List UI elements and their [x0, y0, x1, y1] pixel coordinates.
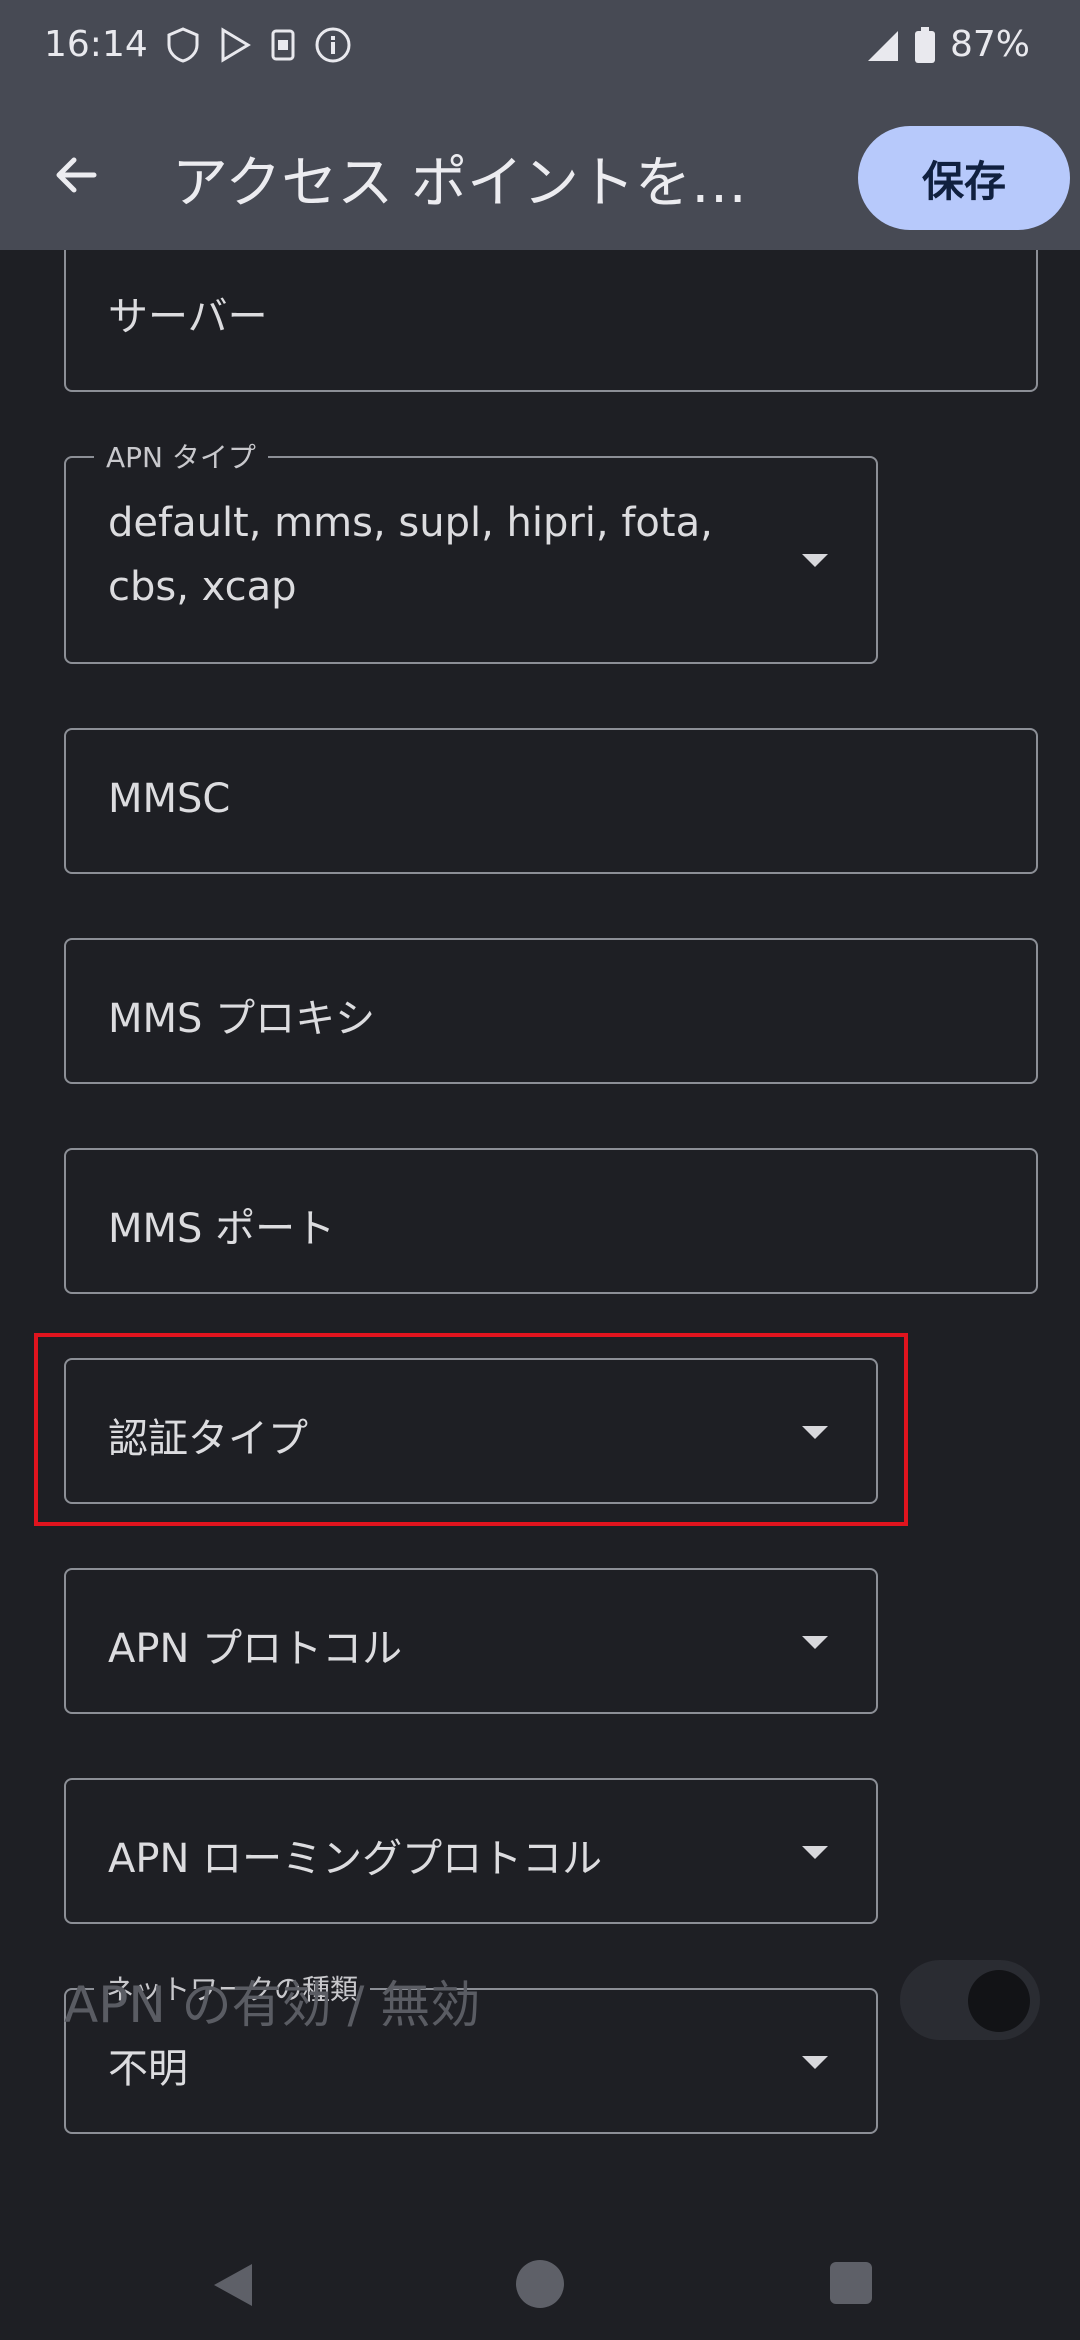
apn-enable-toggle[interactable]: [900, 1960, 1040, 2040]
apn-protocol-dropdown[interactable]: APN プロトコル: [64, 1568, 878, 1714]
nav-back-icon[interactable]: [210, 2260, 256, 2310]
apn-roaming-protocol-label: APN ローミングプロトコル: [108, 1836, 603, 1882]
apn-type-value-line1: default, mms, supl, hipri, fota,: [108, 500, 713, 546]
dropdown-caret-icon: [802, 554, 828, 567]
network-type-value: 不明: [108, 2046, 188, 2092]
dropdown-caret-icon: [802, 1846, 828, 1859]
dropdown-caret-icon: [802, 2056, 828, 2069]
apn-enable-label: APN の有効 / 無効: [64, 1976, 481, 2034]
save-button[interactable]: 保存: [858, 126, 1070, 230]
status-time: 16:14: [44, 24, 148, 65]
mms-proxy-field-label: MMS プロキシ: [108, 996, 376, 1042]
navigation-bar: [0, 2240, 1080, 2340]
mmsc-field[interactable]: MMSC: [64, 728, 1038, 874]
play-store-icon: [221, 26, 251, 63]
server-field-label: サーバー: [108, 294, 268, 340]
apn-type-legend: APN タイプ: [94, 436, 268, 476]
signal-icon: [867, 30, 898, 61]
app-bar: アクセス ポイントを… 保存: [0, 100, 1080, 250]
apn-form: サーバー APN タイプ default, mms, supl, hipri, …: [0, 250, 1080, 2240]
mms-port-field[interactable]: MMS ポート: [64, 1148, 1038, 1294]
nav-home-icon[interactable]: [516, 2260, 564, 2308]
apn-type-value-line2: cbs, xcap: [108, 564, 297, 610]
battery-percent: 87%: [949, 24, 1030, 65]
apn-roaming-protocol-dropdown[interactable]: APN ローミングプロトコル: [64, 1778, 878, 1924]
status-left: 16:14: [44, 24, 352, 65]
back-arrow-icon: [56, 157, 97, 193]
battery-icon: [914, 26, 935, 63]
sim-icon: [271, 29, 295, 60]
mms-port-field-label: MMS ポート: [108, 1206, 336, 1252]
toggle-knob: [968, 1970, 1030, 2032]
shield-icon: [167, 26, 199, 63]
back-button[interactable]: [40, 140, 110, 210]
dropdown-caret-icon: [802, 1636, 828, 1649]
status-bar: 16:14 87%: [0, 0, 1080, 100]
mmsc-field-label: MMSC: [108, 776, 231, 822]
page-title: アクセス ポイントを…: [172, 151, 748, 216]
mms-proxy-field[interactable]: MMS プロキシ: [64, 938, 1038, 1084]
info-icon: [315, 27, 351, 62]
nav-recents-icon[interactable]: [830, 2262, 872, 2304]
status-right: 87%: [864, 24, 1030, 65]
apn-type-dropdown[interactable]: APN タイプ default, mms, supl, hipri, fota,…: [64, 436, 878, 664]
highlight-box: [34, 1333, 908, 1526]
apn-protocol-label: APN プロトコル: [108, 1626, 403, 1672]
server-field[interactable]: サーバー: [64, 250, 1038, 392]
